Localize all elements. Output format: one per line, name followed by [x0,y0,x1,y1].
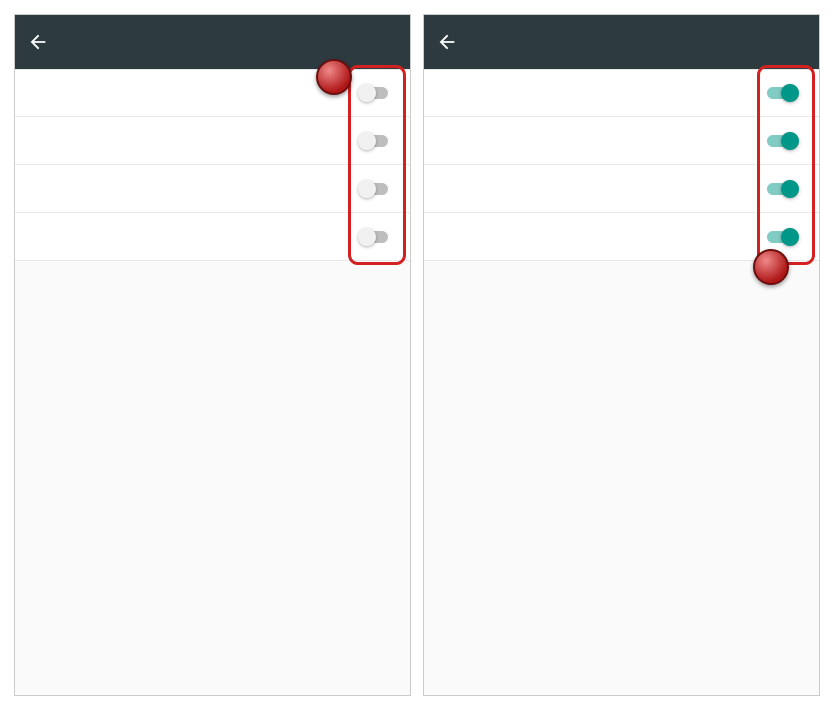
header [424,15,819,69]
step-badge-1 [316,59,352,95]
list-item[interactable] [424,165,819,213]
toggle-touch-sound[interactable] [358,227,392,247]
header [15,15,410,69]
list-item[interactable] [424,117,819,165]
toggle-dial-sound[interactable] [767,83,801,103]
toggle-lock-sound[interactable] [767,131,801,151]
list-item[interactable] [15,213,410,261]
list-item[interactable] [424,69,819,117]
back-icon[interactable] [27,31,49,53]
settings-list [424,69,819,695]
toggle-dial-sound[interactable] [358,83,392,103]
settings-pane-left [14,14,411,696]
toggle-touch-sound[interactable] [767,227,801,247]
settings-list [15,69,410,695]
list-item[interactable] [15,165,410,213]
toggle-lock-sound[interactable] [358,131,392,151]
list-item[interactable] [15,117,410,165]
toggle-battery-sound[interactable] [358,179,392,199]
step-badge-2 [753,249,789,285]
toggle-battery-sound[interactable] [767,179,801,199]
back-icon[interactable] [436,31,458,53]
settings-pane-right [423,14,820,696]
